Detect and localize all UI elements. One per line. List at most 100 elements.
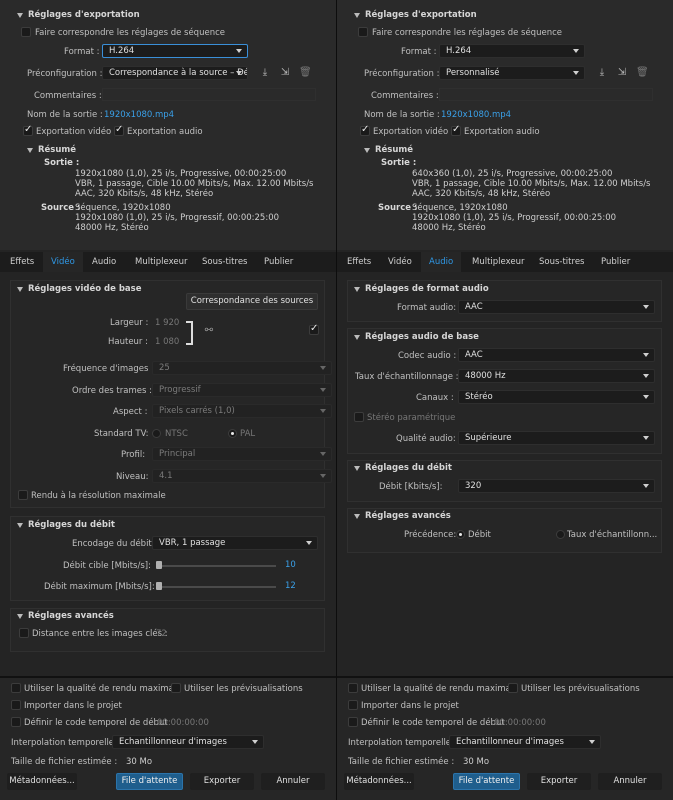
audio-quality-dropdown[interactable]: Supérieure <box>458 431 655 445</box>
delete-preset-icon[interactable]: 🗑 <box>636 67 649 78</box>
match-source-button[interactable]: Correspondance des sources <box>186 293 318 310</box>
precedence-sample-radio[interactable] <box>556 530 565 539</box>
ntsc-radio[interactable] <box>152 429 161 438</box>
encoding-dropdown[interactable]: VBR, 1 passage <box>152 536 318 550</box>
tab-publish[interactable]: Publier <box>593 252 638 272</box>
start-timecode-checkbox[interactable] <box>11 717 21 727</box>
tab-audio[interactable]: Audio <box>421 252 462 272</box>
format-value: H.264 <box>446 46 472 56</box>
tab-multiplexer[interactable]: Multiplexeur <box>464 252 533 272</box>
fps-dropdown[interactable]: 25 <box>152 361 332 375</box>
field-order-dropdown[interactable]: Progressif <box>152 383 332 397</box>
target-bitrate-slider[interactable] <box>156 565 276 567</box>
link-icon[interactable]: ⚯ <box>203 325 215 336</box>
cancel-button[interactable]: Annuler <box>598 773 662 790</box>
use-previews-checkbox[interactable] <box>508 683 518 693</box>
export-button[interactable]: Exporter <box>527 773 591 790</box>
import-preset-icon[interactable]: ⇲ <box>616 67 628 78</box>
interpolation-dropdown[interactable]: Echantillonneur d'images <box>449 735 601 749</box>
collapse-triangle-icon[interactable] <box>17 287 23 292</box>
height-value[interactable]: 1 080 <box>155 337 179 347</box>
tab-publish[interactable]: Publier <box>256 252 301 272</box>
max-quality-checkbox[interactable] <box>348 683 358 693</box>
summary-triangle-icon[interactable] <box>364 148 370 153</box>
keyframe-distance-value[interactable]: 72 <box>156 629 167 639</box>
target-bitrate-handle[interactable] <box>156 561 162 569</box>
output-name-link[interactable]: 1920x1080.mp4 <box>441 110 511 120</box>
export-video-checkbox[interactable] <box>360 124 370 136</box>
aspect-dropdown[interactable]: Pixels carrés (1,0) <box>152 404 332 418</box>
sample-rate-dropdown[interactable]: 48000 Hz <box>458 369 655 383</box>
export-audio-checkbox[interactable] <box>114 124 124 136</box>
export-audio-checkbox[interactable] <box>451 124 461 136</box>
import-project-checkbox[interactable] <box>11 700 21 710</box>
tab-captions[interactable]: Sous-titres <box>194 252 255 272</box>
pal-radio[interactable] <box>228 429 237 438</box>
start-timecode-value[interactable]: 00:00:00:00 <box>494 718 546 728</box>
export-button[interactable]: Exporter <box>190 773 254 790</box>
format-dropdown[interactable]: H.264 <box>102 44 248 58</box>
level-dropdown[interactable]: 4.1 <box>152 469 332 483</box>
max-quality-checkbox[interactable] <box>11 683 21 693</box>
max-bitrate-slider[interactable] <box>156 586 276 588</box>
match-sequence-checkbox[interactable] <box>21 27 31 37</box>
export-settings-dialogs: Réglages d'exportation Faire correspondr… <box>0 0 673 800</box>
export-video-checkbox[interactable] <box>23 124 33 136</box>
save-preset-icon[interactable]: ⤓ <box>596 67 608 78</box>
keyframe-distance-checkbox[interactable] <box>19 628 29 638</box>
profile-dropdown[interactable]: Principal <box>152 447 332 461</box>
tab-effects[interactable]: Effets <box>2 252 42 272</box>
queue-button[interactable]: File d'attente <box>116 773 183 790</box>
start-timecode-value[interactable]: 00:00:00:00 <box>157 718 209 728</box>
tab-multiplexer[interactable]: Multiplexeur <box>127 252 196 272</box>
import-project-checkbox[interactable] <box>348 700 358 710</box>
audio-format-dropdown[interactable]: AAC <box>458 300 655 314</box>
format-dropdown[interactable]: H.264 <box>439 44 585 58</box>
collapse-triangle-icon[interactable] <box>354 466 360 471</box>
use-previews-checkbox[interactable] <box>171 683 181 693</box>
pal-label: PAL <box>240 429 256 439</box>
max-bitrate-handle[interactable] <box>156 582 162 590</box>
preset-dropdown[interactable]: Correspondance à la source – Déb <box>102 66 248 80</box>
tab-video[interactable]: Vidéo <box>380 252 420 272</box>
tab-effects[interactable]: Effets <box>339 252 379 272</box>
metadata-button[interactable]: Métadonnées... <box>7 773 77 790</box>
collapse-triangle-icon[interactable] <box>17 13 23 18</box>
interpolation-dropdown[interactable]: Echantillonneur d'images <box>112 735 264 749</box>
metadata-button[interactable]: Métadonnées... <box>344 773 414 790</box>
size-override-checkbox[interactable] <box>309 323 319 335</box>
tab-video[interactable]: Vidéo <box>43 252 83 272</box>
queue-button[interactable]: File d'attente <box>453 773 520 790</box>
width-value[interactable]: 1 920 <box>155 318 179 328</box>
collapse-triangle-icon[interactable] <box>354 13 360 18</box>
target-bitrate-value[interactable]: 10 <box>285 560 296 570</box>
match-sequence-checkbox[interactable] <box>358 27 368 37</box>
tab-captions[interactable]: Sous-titres <box>531 252 592 272</box>
max-render-checkbox[interactable] <box>18 490 28 500</box>
comments-input[interactable] <box>439 88 653 101</box>
delete-preset-icon[interactable]: 🗑 <box>299 67 312 78</box>
precedence-bitrate-radio[interactable] <box>456 530 465 539</box>
max-bitrate-value[interactable]: 12 <box>285 581 296 591</box>
channels-dropdown[interactable]: Stéréo <box>458 390 655 404</box>
save-preset-icon[interactable]: ⤓ <box>259 67 271 78</box>
collapse-triangle-icon[interactable] <box>17 614 23 619</box>
parametric-stereo-checkbox[interactable] <box>354 412 364 422</box>
preset-dropdown[interactable]: Personnalisé <box>439 66 585 80</box>
audio-codec-dropdown[interactable]: AAC <box>458 348 655 362</box>
cancel-button[interactable]: Annuler <box>261 773 325 790</box>
max-quality-label: Utiliser la qualité de rendu maximale <box>361 684 519 694</box>
audio-bitrate-dropdown[interactable]: 320 <box>458 479 655 493</box>
summary-triangle-icon[interactable] <box>27 148 33 153</box>
tab-audio[interactable]: Audio <box>84 252 124 272</box>
collapse-triangle-icon[interactable] <box>354 514 360 519</box>
collapse-triangle-icon[interactable] <box>354 287 360 292</box>
comments-input[interactable] <box>102 88 316 101</box>
start-timecode-checkbox[interactable] <box>348 717 358 727</box>
chevron-down-icon <box>306 541 312 545</box>
collapse-triangle-icon[interactable] <box>354 335 360 340</box>
output-summary-line: VBR, 1 passage, Cible 10.00 Mbits/s, Max… <box>75 179 314 189</box>
import-preset-icon[interactable]: ⇲ <box>279 67 291 78</box>
collapse-triangle-icon[interactable] <box>17 523 23 528</box>
output-name-link[interactable]: 1920x1080.mp4 <box>104 110 174 120</box>
